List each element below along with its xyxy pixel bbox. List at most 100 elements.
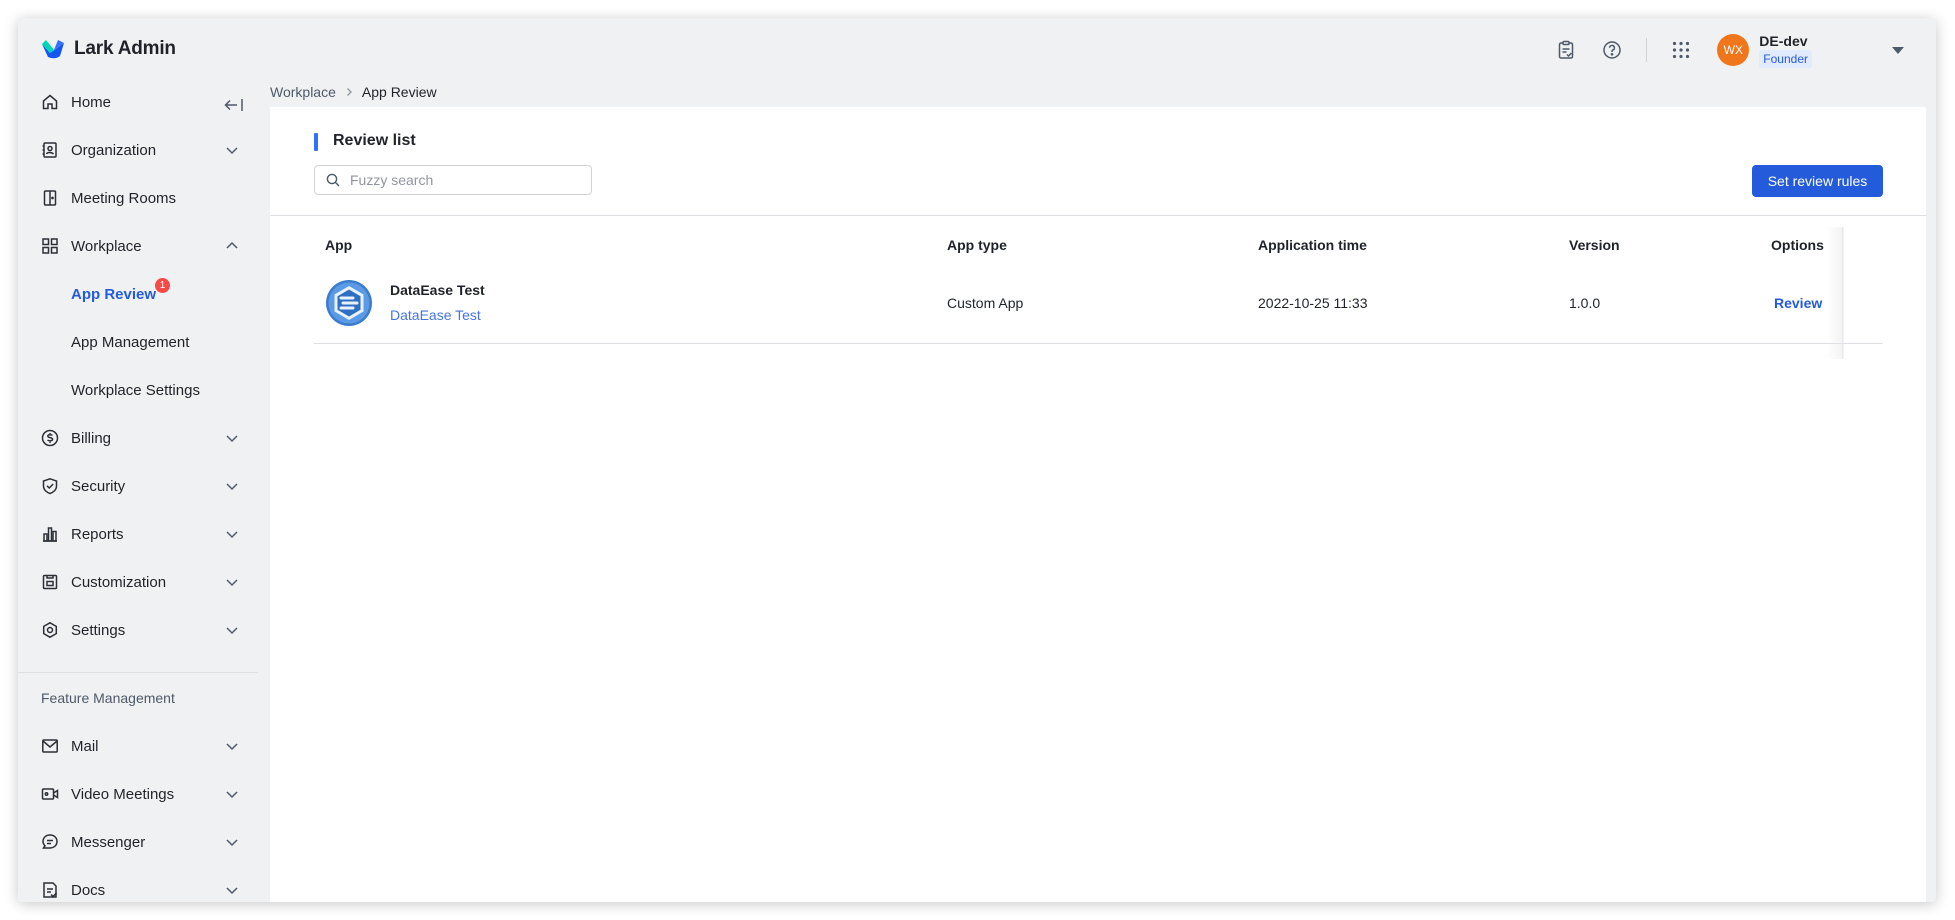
- app-logo-icon: [326, 280, 372, 326]
- top-actions: WX DE-dev Founder: [1554, 30, 1936, 70]
- sidebar-item-reports[interactable]: Reports: [18, 514, 258, 554]
- brand-logo[interactable]: Lark Admin: [40, 36, 176, 62]
- chevron-down-icon: [226, 435, 238, 443]
- chevron-down-icon: [226, 839, 238, 847]
- top-divider: [1646, 38, 1648, 62]
- user-menu-caret-icon[interactable]: [1892, 46, 1904, 54]
- organization-icon: [42, 142, 57, 158]
- chevron-down-icon: [226, 579, 238, 587]
- set-review-rules-button[interactable]: Set review rules: [1752, 165, 1883, 197]
- notification-badge: 1: [155, 278, 170, 293]
- breadcrumb-current: App Review: [361, 84, 437, 100]
- panel-divider: [270, 215, 1926, 216]
- user-role-badge: Founder: [1759, 50, 1812, 68]
- sidebar-item-label: Billing: [71, 429, 112, 447]
- user-name: DE-dev: [1759, 33, 1808, 49]
- review-link[interactable]: Review: [1774, 263, 1822, 343]
- search-input[interactable]: [348, 171, 582, 189]
- breadcrumb-parent-link[interactable]: Workplace: [270, 84, 336, 100]
- chevron-down-icon: [226, 531, 238, 539]
- sidebar-subitem-app-management[interactable]: App Management: [18, 322, 258, 362]
- sidebar-item-billing[interactable]: Billing: [18, 418, 258, 458]
- settings-icon: [42, 621, 58, 639]
- sidebar-item-meeting-rooms[interactable]: Meeting Rooms: [18, 178, 258, 218]
- clipboard-check-icon[interactable]: [1554, 38, 1578, 62]
- breadcrumb: Workplace App Review: [270, 82, 437, 102]
- title-accent-bar: [314, 133, 318, 151]
- docs-icon: [43, 882, 58, 898]
- sidebar-subitem-workplace-settings[interactable]: Workplace Settings: [18, 370, 258, 410]
- column-header-application-time: Application time: [1258, 237, 1367, 253]
- sidebar-item-home[interactable]: Home: [18, 82, 258, 122]
- sidebar-item-label: Customization: [71, 573, 167, 591]
- sidebar-subitem-label: App Management: [71, 333, 190, 351]
- chevron-right-icon: [346, 88, 352, 96]
- sidebar-item-label: Settings: [71, 621, 126, 639]
- chevron-down-icon: [226, 743, 238, 751]
- page-title: Review list: [333, 132, 416, 149]
- sidebar-item-settings[interactable]: Settings: [18, 610, 258, 650]
- column-header-app-type: App type: [947, 237, 1007, 253]
- chevron-down-icon: [226, 147, 238, 155]
- home-icon: [42, 94, 58, 110]
- shield-icon: [42, 478, 58, 495]
- brand-name: Lark Admin: [74, 38, 176, 59]
- sidebar-item-label: Organization: [71, 141, 157, 159]
- avatar[interactable]: WX: [1717, 34, 1750, 66]
- search-box: [314, 165, 592, 195]
- sidebar-item-label: Workplace: [71, 237, 142, 255]
- chevron-down-icon: [226, 791, 238, 799]
- sidebar-item-customization[interactable]: Customization: [18, 562, 258, 602]
- sidebar-item-label: Meeting Rooms: [71, 189, 177, 207]
- sidebar-subitem-label: App Review: [71, 285, 157, 303]
- sidebar-item-label: Home: [71, 93, 112, 111]
- application-time-cell: 2022-10-25 11:33: [1258, 295, 1368, 311]
- column-header-options: Options: [1771, 237, 1824, 253]
- column-header-app: App: [325, 237, 353, 253]
- collapse-sidebar-icon[interactable]: [223, 96, 245, 114]
- meeting-rooms-icon: [43, 190, 57, 206]
- version-cell: 1.0.0: [1569, 295, 1601, 311]
- sidebar-subitem-label: Workplace Settings: [71, 381, 200, 399]
- customization-icon: [42, 574, 58, 590]
- table-row[interactable]: DataEase Test DataEase Test Custom App 2…: [314, 263, 1883, 344]
- sidebar-item-label: Mail: [71, 737, 99, 755]
- sidebar-item-label: Security: [71, 477, 126, 495]
- review-list-panel: Review list Set review rules App App typ…: [270, 107, 1926, 902]
- sidebar-item-security[interactable]: Security: [18, 466, 258, 506]
- app-grid-icon[interactable]: [1669, 38, 1693, 62]
- app-subtitle: DataEase Test: [390, 307, 481, 323]
- help-icon[interactable]: [1600, 38, 1624, 62]
- sidebar-item-docs[interactable]: Docs: [18, 870, 258, 902]
- messenger-icon: [42, 834, 58, 849]
- workplace-icon: [42, 238, 58, 254]
- chevron-down-icon: [226, 627, 238, 635]
- column-header-version: Version: [1569, 237, 1620, 253]
- sidebar-item-label: Reports: [71, 525, 124, 543]
- sidebar-item-label: Docs: [71, 881, 106, 899]
- app-window: Lark Admin WX DE-dev Founder Home Organi…: [18, 18, 1936, 902]
- chevron-up-icon: [226, 241, 238, 249]
- user-info[interactable]: DE-dev Founder: [1759, 32, 1812, 68]
- sidebar-section-label: Feature Management: [41, 690, 175, 706]
- top-bar: Lark Admin WX DE-dev Founder: [18, 18, 1936, 82]
- sidebar-divider: [18, 672, 258, 673]
- sidebar-item-messenger[interactable]: Messenger: [18, 822, 258, 862]
- sidebar-subitem-app-review[interactable]: App Review 1: [18, 274, 258, 314]
- sidebar-item-workplace[interactable]: Workplace: [18, 226, 258, 266]
- chevron-down-icon: [226, 483, 238, 491]
- app-type-cell: Custom App: [947, 295, 1024, 311]
- chevron-down-icon: [226, 887, 238, 895]
- video-icon: [41, 788, 59, 800]
- app-name: DataEase Test: [390, 282, 485, 298]
- sidebar-item-organization[interactable]: Organization: [18, 130, 258, 170]
- lark-logo-icon: [42, 40, 64, 59]
- search-icon: [326, 173, 340, 187]
- sidebar-item-label: Video Meetings: [71, 785, 175, 803]
- reports-icon: [43, 527, 57, 542]
- sidebar-item-mail[interactable]: Mail: [18, 726, 258, 766]
- billing-icon: [41, 429, 59, 447]
- sidebar-item-video-meetings[interactable]: Video Meetings: [18, 774, 258, 814]
- sidebar: Home Organization Meeting Rooms Workplac…: [18, 82, 258, 902]
- mail-icon: [42, 739, 58, 753]
